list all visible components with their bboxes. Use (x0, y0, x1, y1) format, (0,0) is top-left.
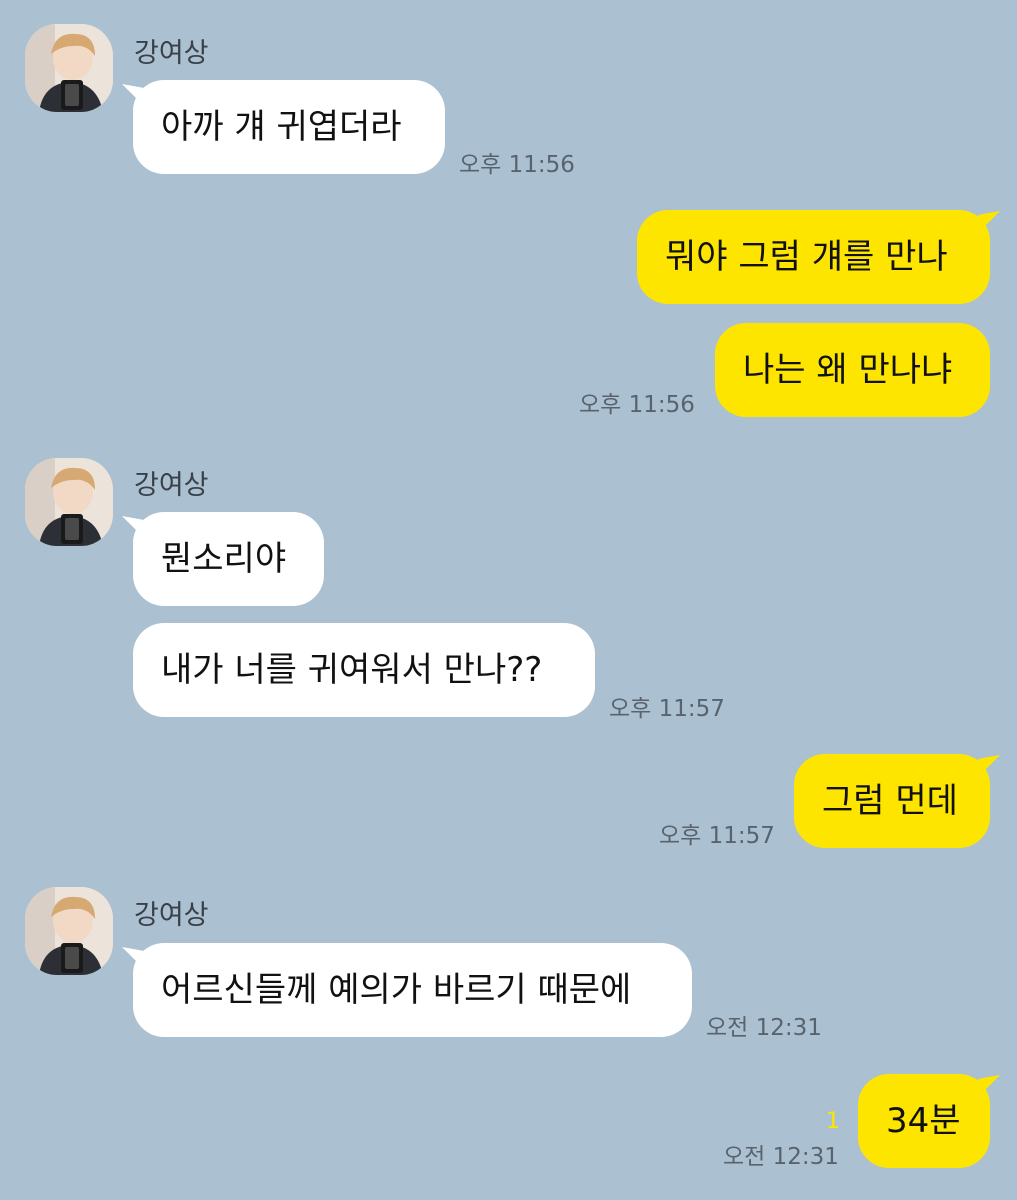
message-timestamp: 오전 12:31 (706, 1015, 822, 1041)
message-bubble[interactable]: 어르신들께 예의가 바르기 때문에 (133, 943, 692, 1037)
message-bubble[interactable]: 그럼 먼데 (794, 754, 990, 848)
sender-name: 강여상 (134, 470, 209, 501)
message-timestamp: 오후 11:56 (579, 392, 695, 418)
sender-name: 강여상 (134, 38, 209, 69)
message-bubble[interactable]: 아까 걔 귀엽더라 (133, 80, 445, 174)
sender-avatar[interactable] (25, 24, 113, 112)
message-timestamp: 오후 11:57 (609, 696, 725, 722)
sender-name: 강여상 (134, 900, 209, 931)
message-bubble[interactable]: 34분 (858, 1074, 990, 1168)
message-bubble[interactable]: 내가 너를 귀여워서 만나?? (133, 623, 595, 717)
message-bubble[interactable]: 나는 왜 만나냐 (715, 323, 990, 417)
sender-avatar[interactable] (25, 887, 113, 975)
message-timestamp: 오전 12:31 (723, 1144, 839, 1170)
message-timestamp: 오후 11:57 (659, 823, 775, 849)
message-bubble[interactable]: 뭐야 그럼 걔를 만나 (637, 210, 990, 304)
message-bubble[interactable]: 뭔소리야 (133, 512, 324, 606)
unread-count: 1 (826, 1109, 840, 1134)
sender-avatar[interactable] (25, 458, 113, 546)
message-timestamp: 오후 11:56 (459, 152, 575, 178)
